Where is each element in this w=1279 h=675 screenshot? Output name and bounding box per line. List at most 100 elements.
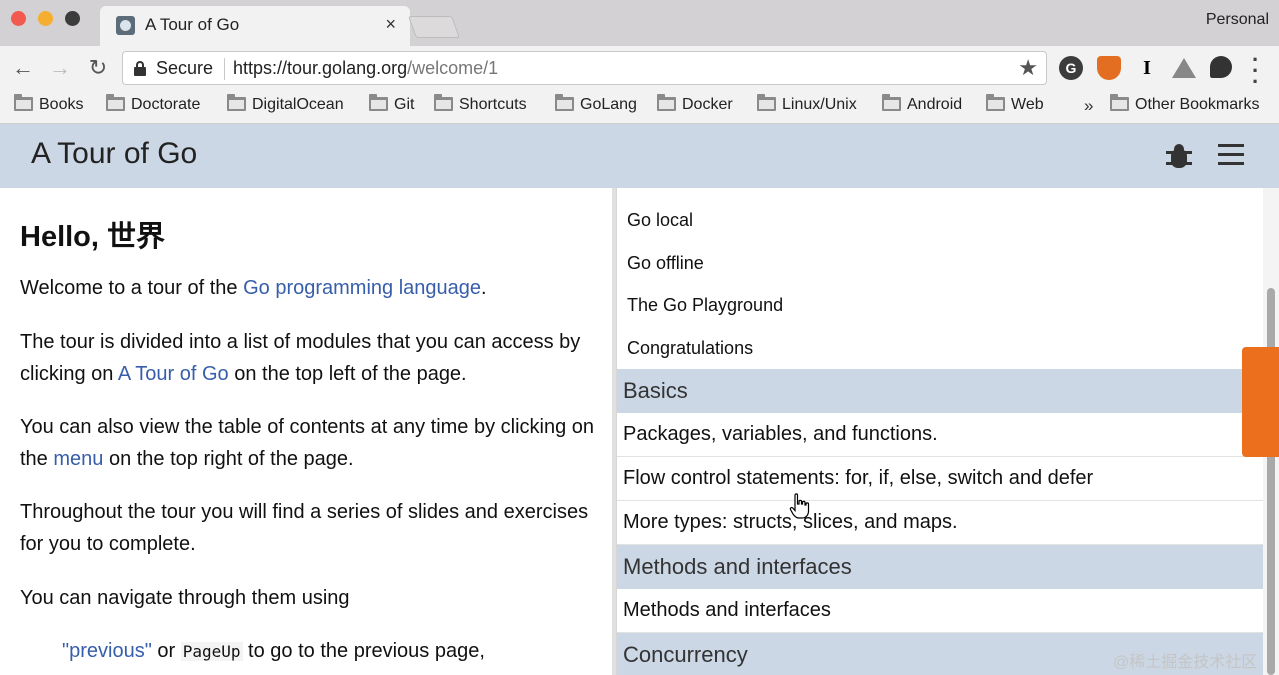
instapaper-extension-icon[interactable]: I [1135, 56, 1159, 80]
toc-lesson-congratulations[interactable]: Congratulations [627, 338, 753, 359]
hand-pointer-cursor-icon [789, 493, 810, 519]
browser-toolbar: ← → ↻ Secure https://tour.golang.org/wel… [0, 46, 1279, 93]
bookmark-label: Other Bookmarks [1135, 96, 1260, 113]
toc-item-more-types[interactable]: More types: structs, slices, and maps. [617, 501, 1263, 545]
minimize-window-button[interactable] [38, 11, 53, 26]
folder-icon [106, 94, 125, 111]
folder-icon [882, 94, 901, 111]
bookmark-android[interactable]: Android [882, 94, 963, 118]
browser-titlebar: A Tour of Go × Personal [0, 0, 1279, 46]
folder-icon [227, 94, 246, 111]
tab-title: A Tour of Go [145, 15, 240, 34]
toc-item-packages[interactable]: Packages, variables, and functions. [617, 413, 1263, 457]
bookmark-shortcuts[interactable]: Shortcuts [434, 94, 527, 118]
bookmarks-bar: Books Doctorate DigitalOcean Git Shortcu… [0, 92, 1279, 124]
tab-close-icon[interactable]: × [385, 14, 396, 35]
bookmark-doctorate[interactable]: Doctorate [106, 94, 201, 118]
paragraph-slides: Throughout the tour you will find a seri… [20, 501, 589, 555]
bookmark-label: Shortcuts [459, 96, 527, 113]
toc-section-title: Concurrency [623, 642, 748, 667]
side-feedback-tab[interactable] [1242, 347, 1279, 457]
back-arrow-icon[interactable]: ← [10, 55, 36, 81]
bookmark-label: Docker [682, 96, 733, 113]
address-bar[interactable]: Secure https://tour.golang.org/welcome/1… [122, 51, 1047, 85]
bug-report-icon[interactable] [1166, 142, 1192, 170]
toc-section-title: Basics [623, 378, 688, 403]
forward-arrow-icon[interactable]: → [47, 55, 73, 81]
page-header: A Tour of Go [0, 124, 1279, 188]
bookmark-books[interactable]: Books [14, 94, 84, 118]
bookmark-golang[interactable]: GoLang [555, 94, 637, 118]
gopher-favicon-icon [116, 16, 135, 35]
omnibox-divider [224, 58, 225, 80]
close-window-button[interactable] [11, 11, 26, 26]
lock-icon [134, 61, 146, 76]
ublock-extension-icon[interactable] [1097, 56, 1121, 80]
toc-lesson-go-playground[interactable]: The Go Playground [627, 295, 783, 316]
folder-icon [657, 94, 676, 111]
grammarly-extension-icon[interactable]: G [1059, 56, 1083, 80]
text: . [481, 277, 487, 299]
text: on the top left of the page. [228, 363, 467, 385]
more-bookmarks-chevron-icon[interactable]: » [1084, 96, 1093, 116]
text: or [151, 640, 181, 662]
bookmark-label: Doctorate [131, 96, 201, 113]
folder-icon [555, 94, 574, 111]
go-language-link[interactable]: Go programming language [243, 277, 481, 299]
text: on the top right of the page. [103, 448, 354, 470]
toc-section-basics[interactable]: Basics [617, 369, 1263, 413]
bookmark-label: Git [394, 96, 415, 113]
secure-label: Secure [156, 58, 214, 78]
bookmark-label: Web [1011, 96, 1044, 113]
bookmark-label: GoLang [580, 96, 637, 113]
bookmark-docker[interactable]: Docker [657, 94, 733, 118]
url-text[interactable]: https://tour.golang.org/welcome/1 [233, 58, 498, 79]
bookmark-label: Books [39, 96, 84, 113]
kebab-menu-icon[interactable]: · · · [1252, 49, 1259, 93]
folder-icon [369, 94, 388, 111]
bookmark-star-icon[interactable]: ★ [1018, 55, 1038, 81]
paragraph-previous: "previous" or PageUp to go to the previo… [62, 635, 612, 668]
url-path: /welcome/1 [407, 58, 499, 78]
bookmark-git[interactable]: Git [369, 94, 415, 118]
url-host: https://tour.golang.org [233, 58, 408, 78]
bookmark-other-bookmarks[interactable]: Other Bookmarks [1110, 94, 1260, 118]
toc-section-methods[interactable]: Methods and interfaces [617, 545, 1263, 589]
text: to go to the previous page, [242, 640, 485, 662]
tour-title-link[interactable]: A Tour of Go [31, 137, 197, 171]
text: Welcome to a tour of the [20, 277, 244, 299]
lesson-heading: Hello, 世界 [20, 221, 166, 253]
lesson-article: Hello, 世界 Welcome to a tour of the Go pr… [0, 188, 612, 675]
table-of-contents: Go local Go offline The Go Playground Co… [616, 188, 1263, 675]
paragraph-navigate: You can navigate through them using [20, 587, 350, 609]
toc-lesson-go-offline[interactable]: Go offline [627, 253, 704, 274]
folder-icon [757, 94, 776, 111]
bookmark-linux-unix[interactable]: Linux/Unix [757, 94, 857, 118]
paragraph-contents: You can also view the table of contents … [20, 411, 600, 475]
paragraph-modules: The tour is divided into a list of modul… [20, 326, 600, 390]
bookmark-label: Linux/Unix [782, 96, 857, 113]
toc-item-label: Methods and interfaces [623, 599, 831, 621]
chat-extension-icon[interactable] [1210, 56, 1232, 78]
watermark: @稀土掘金技术社区 [1113, 654, 1258, 671]
previous-link[interactable]: "previous" [62, 640, 152, 662]
tour-of-go-link[interactable]: A Tour of Go [118, 363, 229, 385]
toc-lesson-go-local[interactable]: Go local [627, 210, 693, 231]
bookmark-label: Android [907, 96, 963, 113]
bookmark-digitalocean[interactable]: DigitalOcean [227, 94, 344, 118]
pageup-key: PageUp [180, 642, 243, 661]
toc-item-label: Flow control statements: for, if, else, … [623, 467, 1094, 489]
fullscreen-window-button[interactable] [65, 11, 80, 26]
reload-icon[interactable]: ↻ [85, 55, 111, 81]
bookmark-web[interactable]: Web [986, 94, 1044, 118]
hamburger-menu-icon[interactable] [1218, 144, 1244, 166]
toc-section-title: Methods and interfaces [623, 554, 852, 579]
toc-item-methods-interfaces[interactable]: Methods and interfaces [617, 589, 1263, 633]
menu-link[interactable]: menu [53, 448, 103, 470]
profile-button[interactable]: Personal [1206, 11, 1269, 29]
drive-extension-icon[interactable] [1172, 58, 1196, 78]
browser-tab[interactable]: A Tour of Go × [100, 6, 410, 46]
new-tab-button[interactable] [407, 16, 461, 38]
toc-item-flow-control[interactable]: Flow control statements: for, if, else, … [617, 457, 1263, 501]
folder-icon [986, 94, 1005, 111]
